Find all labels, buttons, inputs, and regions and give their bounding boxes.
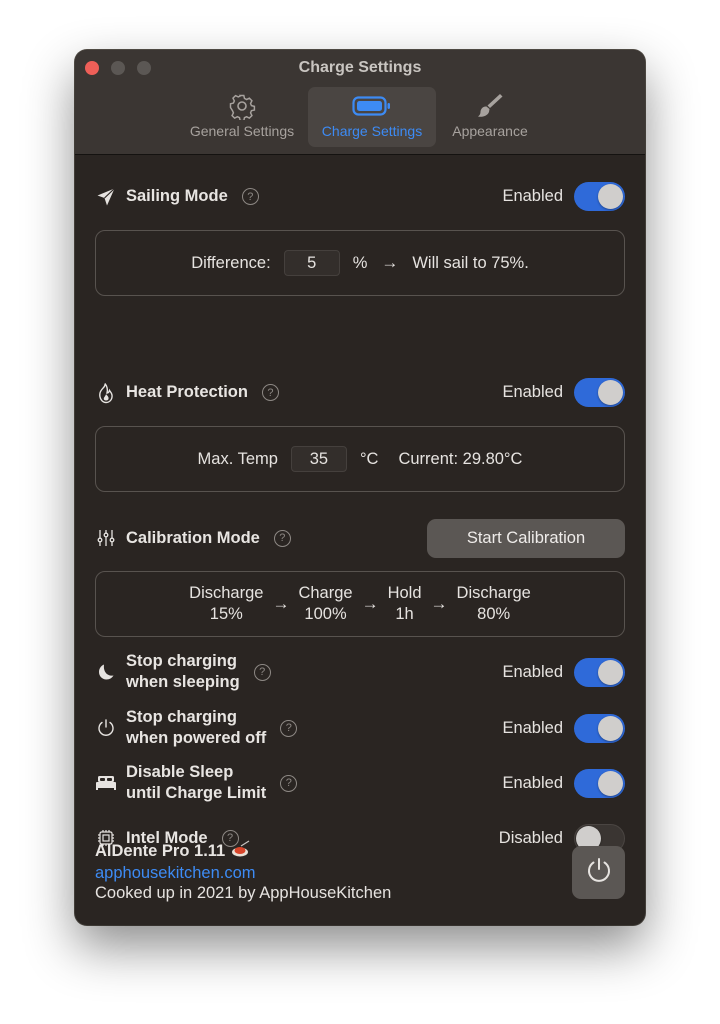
tab-bar: General Settings Charge Settings Appeara… xyxy=(75,87,645,147)
power-icon xyxy=(95,717,117,739)
stop-charging-powered-off-toggle[interactable] xyxy=(574,713,625,743)
option-status: Enabled xyxy=(502,718,563,737)
sliders-icon xyxy=(95,527,117,549)
temp-unit: °C xyxy=(359,449,379,468)
heat-protection-status: Enabled xyxy=(502,383,563,401)
calibration-steps: Discharge 15% → Charge 100% → Hold 1h → … xyxy=(95,571,625,637)
stop-charging-sleeping-row: Stop charging when sleeping ? Enabled xyxy=(95,651,625,693)
difference-label: Difference: xyxy=(191,253,271,272)
help-icon[interactable]: ? xyxy=(273,529,291,547)
option-status: Enabled xyxy=(502,773,563,792)
max-temp-input[interactable] xyxy=(290,446,347,472)
calibration-mode-label: Calibration Mode xyxy=(126,528,260,547)
tab-appearance[interactable]: Appearance xyxy=(440,87,540,147)
tab-label: General Settings xyxy=(189,123,295,139)
paperplane-icon xyxy=(95,186,117,208)
stop-charging-powered-off-row: Stop charging when powered off ? Enabled xyxy=(95,707,625,749)
sailing-mode-label: Sailing Mode xyxy=(126,187,228,205)
calibration-step: Discharge 80% xyxy=(456,584,531,623)
website-link[interactable]: apphousekitchen.com xyxy=(95,864,625,883)
option-label: Stop charging when powered off xyxy=(126,708,267,747)
gear-icon xyxy=(228,93,256,120)
sail-result: Will sail to 75%. xyxy=(412,253,529,272)
sailing-mode-toggle[interactable] xyxy=(574,182,625,211)
arrow-icon: → xyxy=(381,253,399,272)
option-label: Stop charging when sleeping xyxy=(126,652,240,691)
tab-label: Charge Settings xyxy=(321,123,423,139)
max-temp-label: Max. Temp xyxy=(197,449,278,468)
title-bar: Charge Settings General Settings Charge … xyxy=(75,50,645,155)
calibration-mode-row: Calibration Mode ? Start Calibration xyxy=(95,518,625,558)
app-window: Charge Settings General Settings Charge … xyxy=(75,50,645,925)
help-icon[interactable]: ? xyxy=(280,719,298,737)
credit-text: Cooked up in 2021 by AppHouseKitchen xyxy=(95,884,392,902)
start-calibration-button[interactable]: Start Calibration xyxy=(427,518,625,558)
option-status: Enabled xyxy=(502,662,563,681)
footer: AlDente Pro 1.11 apphousekitchen.com Coo… xyxy=(95,840,625,910)
disable-sleep-toggle[interactable] xyxy=(574,768,625,798)
flame-icon xyxy=(95,382,117,404)
current-temp: Current: 29.80°C xyxy=(398,449,523,468)
heat-protection-settings: Max. Temp °C Current: 29.80°C xyxy=(95,426,625,492)
moon-icon xyxy=(95,661,117,683)
difference-unit: % xyxy=(352,253,368,272)
heat-protection-label: Heat Protection xyxy=(126,383,248,401)
disable-sleep-row: Disable Sleep until Charge Limit ? Enabl… xyxy=(95,762,625,804)
option-label: Disable Sleep until Charge Limit xyxy=(126,763,267,802)
sailing-mode-settings: Difference: % → Will sail to 75%. xyxy=(95,230,625,296)
arrow-icon: → xyxy=(361,594,379,613)
battery-icon xyxy=(352,93,392,119)
arrow-icon: → xyxy=(272,594,290,613)
help-icon[interactable]: ? xyxy=(261,384,279,401)
difference-input[interactable] xyxy=(283,250,340,276)
pasta-icon xyxy=(231,840,251,863)
help-icon[interactable]: ? xyxy=(253,663,271,681)
stop-charging-sleeping-toggle[interactable] xyxy=(574,657,625,687)
quit-button[interactable] xyxy=(572,846,625,899)
heat-protection-toggle[interactable] xyxy=(574,378,625,407)
tab-label: Appearance xyxy=(452,123,528,139)
help-icon[interactable]: ? xyxy=(241,188,259,205)
window-title: Charge Settings xyxy=(298,59,422,76)
help-icon[interactable]: ? xyxy=(280,774,298,792)
arrow-icon: → xyxy=(430,594,448,613)
calibration-step: Hold 1h xyxy=(387,584,422,623)
tab-charge-settings[interactable]: Charge Settings xyxy=(308,87,436,147)
tab-general-settings[interactable]: General Settings xyxy=(180,87,304,147)
calibration-step: Charge 100% xyxy=(298,584,353,623)
app-version: AlDente Pro 1.11 xyxy=(95,840,625,863)
power-icon xyxy=(585,856,613,889)
sailing-mode-row: Sailing Mode ? Enabled xyxy=(95,182,625,211)
sailing-mode-status: Enabled xyxy=(502,187,563,205)
heat-protection-row: Heat Protection ? Enabled xyxy=(95,378,625,407)
calibration-step: Discharge 15% xyxy=(189,584,264,623)
paintbrush-icon xyxy=(475,93,505,119)
bed-icon xyxy=(95,772,117,794)
